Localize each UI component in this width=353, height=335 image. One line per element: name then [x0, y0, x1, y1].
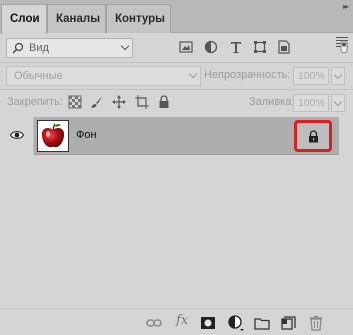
new-layer-icon[interactable]	[281, 315, 297, 331]
delete-icon[interactable]	[308, 315, 324, 331]
search-icon	[12, 42, 24, 54]
divider	[0, 89, 353, 90]
layers-bottom-toolbar: fx	[0, 308, 353, 335]
fill-input[interactable]: 100%	[293, 94, 329, 112]
layer-body[interactable]: Фон	[34, 117, 339, 155]
type-filter-icon[interactable]	[229, 40, 243, 54]
blend-mode-value: Обычные	[14, 70, 63, 82]
fill-label: Заливка:	[249, 96, 295, 108]
layer-row[interactable]: Фон	[0, 117, 353, 155]
fx-icon[interactable]: fx	[176, 313, 188, 328]
shape-filter-icon[interactable]	[253, 40, 267, 54]
chevron-down-icon	[333, 97, 343, 107]
opacity-dropdown-button[interactable]	[331, 67, 345, 85]
chevron-down-icon	[120, 41, 130, 51]
filter-kind-select[interactable]: Вид	[6, 38, 133, 58]
filter-toggle-icon[interactable]	[339, 40, 349, 54]
opacity-label: Непрозрачность:	[204, 69, 291, 81]
link-layers-icon[interactable]	[146, 315, 162, 331]
lock-transparent-pixels-icon[interactable]	[68, 95, 82, 109]
visibility-toggle[interactable]	[0, 117, 34, 155]
adjustment-layer-icon[interactable]	[228, 315, 244, 331]
lock-label: Закрепить:	[7, 96, 63, 108]
blend-mode-select[interactable]: Обычные	[6, 66, 201, 86]
lock-artboard-icon[interactable]	[135, 95, 149, 109]
lock-row: Закрепить: Заливка: 100%	[0, 94, 353, 112]
new-group-icon[interactable]	[254, 315, 270, 331]
layer-thumbnail	[37, 120, 69, 152]
red-apple-thumbnail	[41, 123, 65, 148]
image-filter-icon[interactable]	[179, 40, 193, 54]
tab-layers[interactable]: Слои	[1, 4, 47, 34]
chevron-down-icon	[188, 69, 198, 79]
smart-object-filter-icon[interactable]	[277, 40, 291, 54]
lock-image-pixels-icon[interactable]	[90, 95, 104, 109]
panel-tab-bar: Слои Каналы Контуры ▸▸	[0, 0, 353, 34]
opacity-input[interactable]: 100%	[293, 67, 329, 85]
tab-channels[interactable]: Каналы	[47, 4, 106, 33]
adjustment-filter-icon[interactable]	[204, 40, 218, 54]
divider	[0, 62, 353, 63]
tab-paths[interactable]: Контуры	[106, 4, 171, 33]
layers-list: Фон	[0, 117, 353, 307]
blend-row: Обычные Непрозрачность: 100%	[0, 66, 353, 86]
lock-position-icon[interactable]	[112, 95, 126, 109]
add-mask-icon[interactable]	[200, 315, 216, 331]
eye-icon	[10, 131, 24, 139]
layer-filter-row: Вид	[0, 38, 353, 60]
lock-all-icon[interactable]	[157, 95, 171, 109]
chevron-down-icon	[333, 70, 343, 80]
fill-dropdown-button[interactable]	[331, 94, 345, 112]
layer-lock-indicator[interactable]	[294, 120, 332, 152]
filter-kind-value: Вид	[29, 42, 49, 54]
collapse-panel-icon[interactable]: ▸▸	[343, 2, 349, 11]
layer-name: Фон	[76, 129, 97, 141]
lock-icon	[309, 130, 318, 143]
